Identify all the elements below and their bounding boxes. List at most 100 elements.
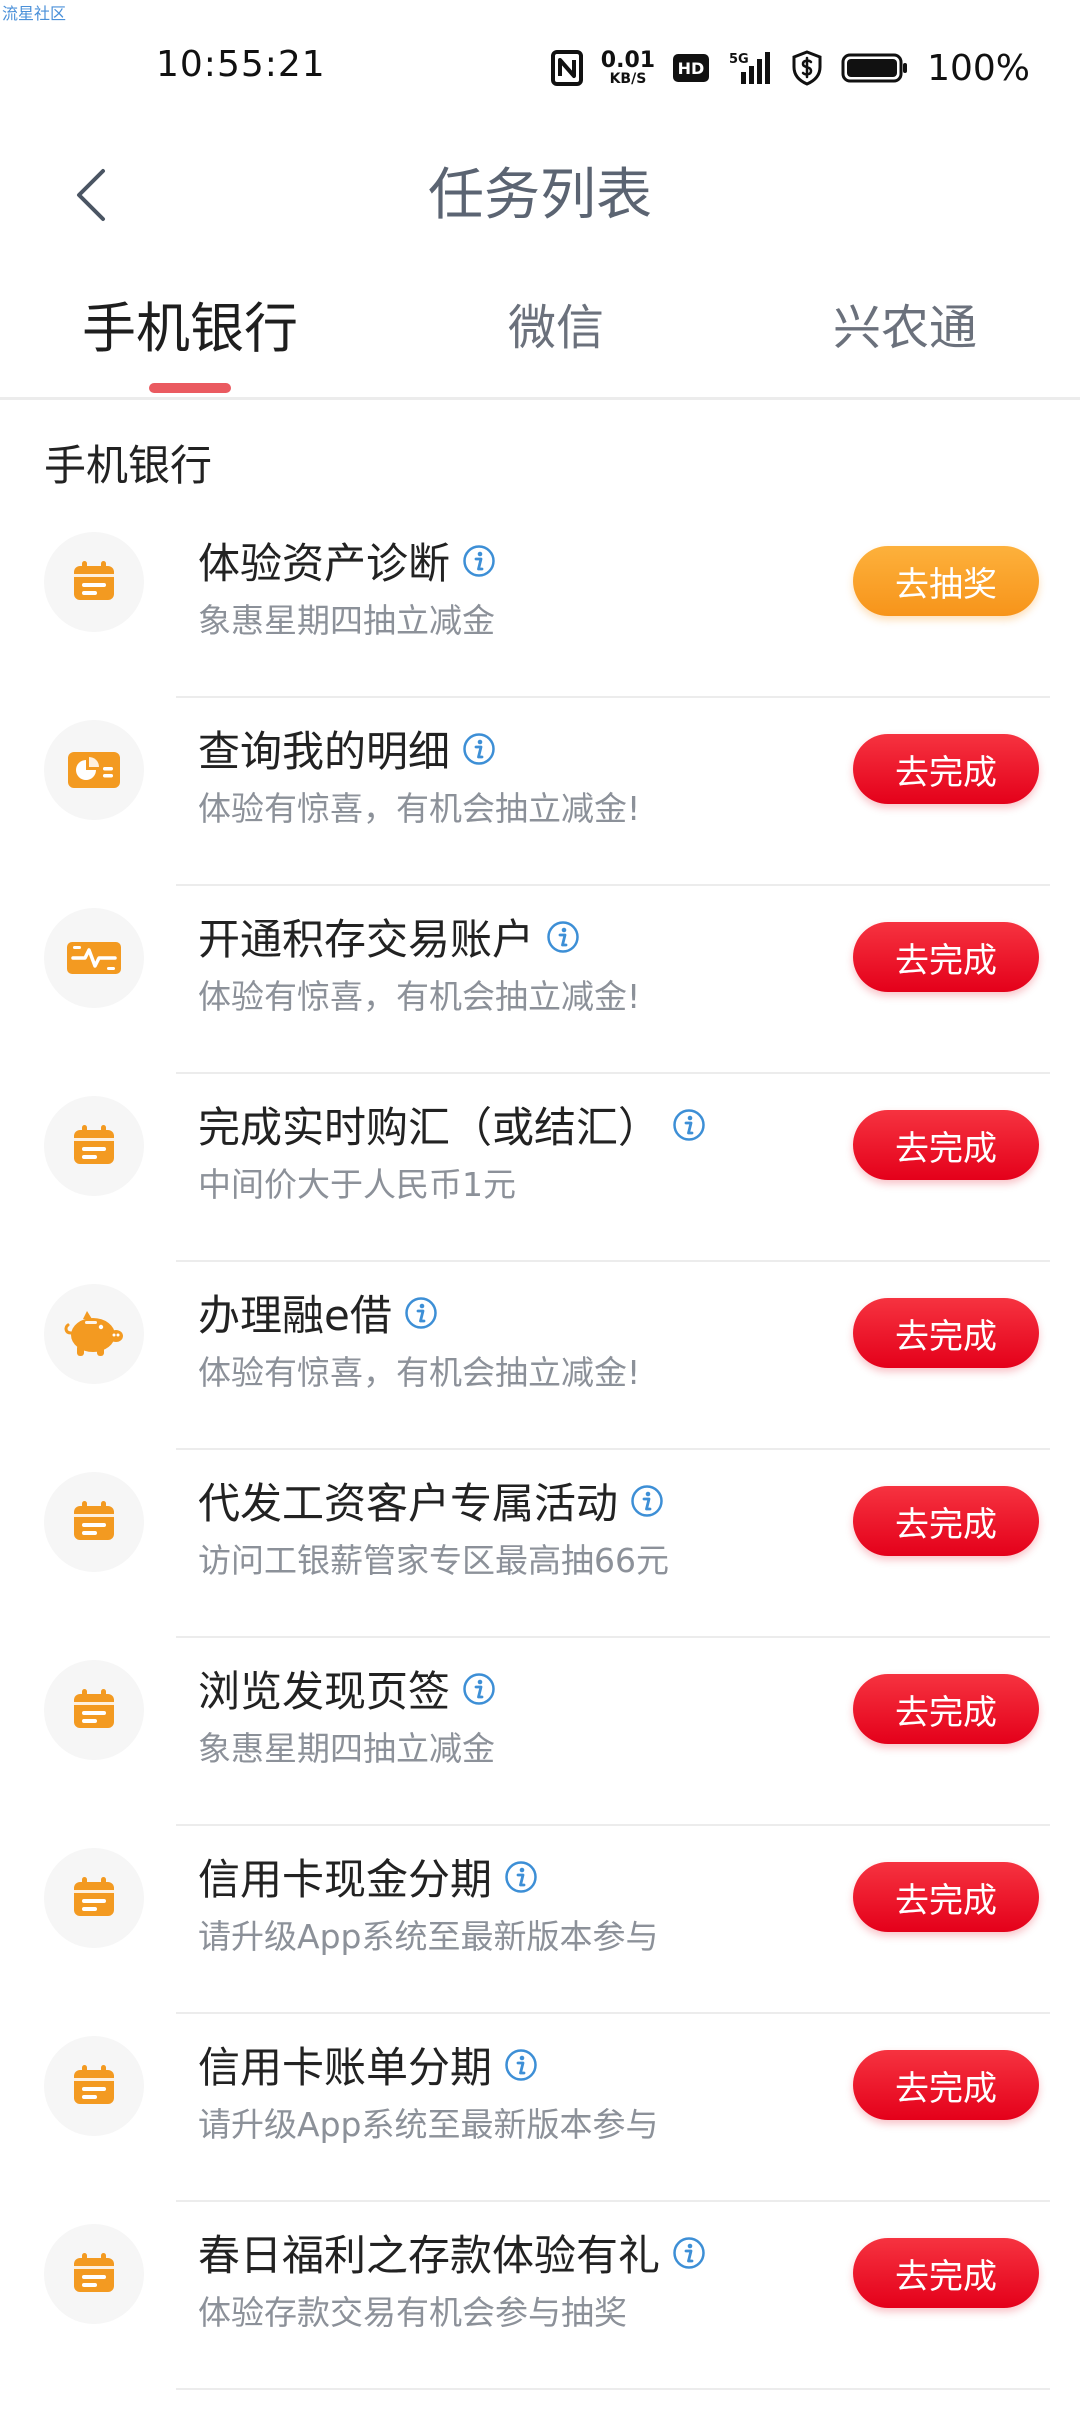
header: 任务列表 (0, 140, 1080, 250)
pie-card-icon (68, 752, 120, 788)
list-item: 信用卡现金分期 请升级App系统至最新版本参与 去完成 (0, 1826, 1080, 2014)
task-subtitle: 请升级App系统至最新版本参与 (198, 2105, 659, 2144)
info-icon[interactable] (404, 1296, 438, 1330)
calendar-icon (74, 2065, 114, 2104)
calendar-icon (74, 1877, 114, 1916)
task-action-button[interactable]: 去完成 (853, 2238, 1039, 2308)
task-title: 信用卡现金分期 (198, 1855, 493, 1904)
task-subtitle: 体验有惊喜，有机会抽立减金! (198, 977, 641, 1016)
task-title: 体验资产诊断 (198, 539, 451, 588)
task-subtitle: 体验有惊喜，有机会抽立减金! (198, 1353, 641, 1392)
tab-label: 手机银行 (82, 297, 298, 360)
svg-text:5G: 5G (729, 52, 749, 67)
tab-mobile-banking[interactable]: 手机银行 (60, 270, 320, 400)
battery-icon (841, 52, 909, 84)
task-list: 体验资产诊断 象惠星期四抽立减金 去抽奖 查询我的明细 体验有惊喜，有机会抽立减… (0, 510, 1080, 2390)
task-title: 办理融e借 (198, 1291, 392, 1340)
status-icons: 0.01 KB/S HD 5G 100% (550, 46, 1030, 90)
task-subtitle: 访问工银薪管家专区最高抽66元 (198, 1541, 669, 1580)
task-action-button[interactable]: 去完成 (853, 734, 1039, 804)
info-icon[interactable] (546, 920, 580, 954)
list-item: 浏览发现页签 象惠星期四抽立减金 去完成 (0, 1638, 1080, 1826)
list-item: 春日福利之存款体验有礼 体验存款交易有机会参与抽奖 去完成 (0, 2202, 1080, 2390)
list-item: 信用卡账单分期 请升级App系统至最新版本参与 去完成 (0, 2014, 1080, 2202)
tab-xingnongtong[interactable]: 兴农通 (790, 270, 1020, 400)
task-action-button[interactable]: 去完成 (853, 922, 1039, 992)
gold-bar-icon (67, 942, 121, 974)
task-icon-wrap (44, 1096, 144, 1196)
svg-text:HD: HD (678, 59, 705, 78)
task-action-button[interactable]: 去完成 (853, 1862, 1039, 1932)
info-icon[interactable] (462, 1672, 496, 1706)
info-icon[interactable] (462, 544, 496, 578)
task-title-row: 开通积存交易账户 (198, 906, 580, 967)
task-title: 浏览发现页签 (198, 1667, 451, 1716)
task-icon-wrap (44, 1284, 144, 1384)
tab-label: 兴农通 (832, 300, 977, 356)
task-action-button[interactable]: 去完成 (853, 1674, 1039, 1744)
list-item: 完成实时购汇（或结汇） 中间价大于人民币1元 去完成 (0, 1074, 1080, 1262)
shield-dollar-icon (791, 50, 823, 86)
task-icon-wrap (44, 908, 144, 1008)
task-subtitle: 请升级App系统至最新版本参与 (198, 1917, 659, 1956)
calendar-icon (74, 1125, 114, 1164)
tab-bar: 手机银行 微信 兴农通 (0, 270, 1080, 400)
task-icon-wrap (44, 2224, 144, 2324)
task-title-row: 信用卡账单分期 (198, 2034, 538, 2095)
task-title-row: 信用卡现金分期 (198, 1846, 538, 1907)
calendar-icon (74, 1501, 114, 1540)
list-item: 体验资产诊断 象惠星期四抽立减金 去抽奖 (0, 510, 1080, 698)
info-icon[interactable] (504, 2048, 538, 2082)
info-icon[interactable] (462, 732, 496, 766)
task-title: 春日福利之存款体验有礼 (198, 2231, 661, 2280)
tab-label: 微信 (507, 300, 604, 356)
task-title-row: 浏览发现页签 (198, 1658, 496, 1719)
task-title-row: 春日福利之存款体验有礼 (198, 2222, 706, 2283)
task-title-row: 代发工资客户专属活动 (198, 1470, 664, 1531)
task-subtitle: 体验有惊喜，有机会抽立减金! (198, 789, 641, 828)
task-title: 查询我的明细 (198, 727, 451, 776)
task-title-row: 办理融e借 (198, 1282, 438, 1343)
task-title: 开通积存交易账户 (198, 915, 535, 964)
task-subtitle: 象惠星期四抽立减金 (198, 1729, 495, 1768)
task-subtitle: 体验存款交易有机会参与抽奖 (198, 2293, 627, 2332)
battery-percent: 100% (927, 47, 1030, 89)
task-icon-wrap (44, 1848, 144, 1948)
task-title: 代发工资客户专属活动 (198, 1479, 619, 1528)
info-icon[interactable] (672, 1108, 706, 1142)
calendar-icon (74, 561, 114, 600)
nfc-icon (550, 50, 583, 86)
task-icon-wrap (44, 1660, 144, 1760)
task-title: 信用卡账单分期 (198, 2043, 493, 2092)
task-title: 完成实时购汇（或结汇） (198, 1103, 661, 1152)
list-item: 查询我的明细 体验有惊喜，有机会抽立减金! 去完成 (0, 698, 1080, 886)
signal-5g-icon: 5G (727, 50, 773, 86)
net-speed: 0.01 KB/S (600, 48, 656, 87)
task-icon-wrap (44, 720, 144, 820)
task-action-button[interactable]: 去完成 (853, 1298, 1039, 1368)
piggy-bank-icon (64, 1311, 123, 1356)
hd-icon: HD (673, 54, 710, 82)
list-item: 开通积存交易账户 体验有惊喜，有机会抽立减金! 去完成 (0, 886, 1080, 1074)
tab-wechat[interactable]: 微信 (456, 270, 656, 400)
task-icon-wrap (44, 532, 144, 632)
list-item: 办理融e借 体验有惊喜，有机会抽立减金! 去完成 (0, 1262, 1080, 1450)
info-icon[interactable] (672, 2236, 706, 2270)
task-action-button[interactable]: 去抽奖 (853, 546, 1039, 616)
task-action-button[interactable]: 去完成 (853, 1486, 1039, 1556)
info-icon[interactable] (504, 1860, 538, 1894)
divider (176, 2388, 1050, 2390)
task-title-row: 查询我的明细 (198, 718, 496, 779)
status-time: 10:55:21 (156, 44, 326, 85)
info-icon[interactable] (630, 1484, 664, 1518)
calendar-icon (74, 1689, 114, 1728)
task-action-button[interactable]: 去完成 (853, 1110, 1039, 1180)
task-action-button[interactable]: 去完成 (853, 2050, 1039, 2120)
task-title-row: 体验资产诊断 (198, 530, 496, 591)
task-subtitle: 象惠星期四抽立减金 (198, 601, 495, 640)
task-icon-wrap (44, 2036, 144, 2136)
section-title: 手机银行 (44, 441, 213, 490)
tab-active-indicator (149, 383, 231, 393)
status-bar: 10:55:21 0.01 KB/S HD 5G 100% (0, 0, 1080, 140)
task-subtitle: 中间价大于人民币1元 (198, 1165, 516, 1204)
